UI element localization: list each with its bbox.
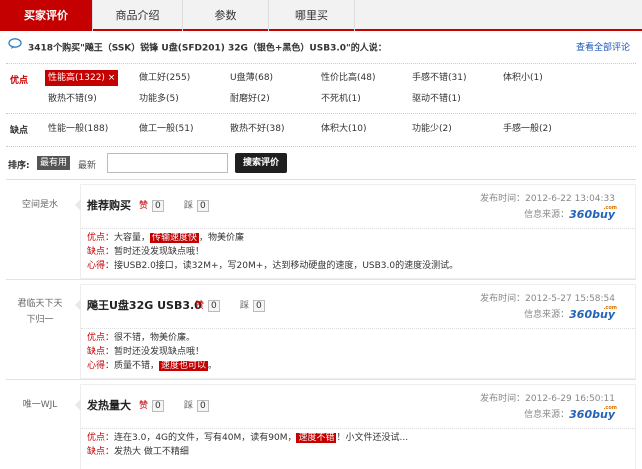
dislike-button[interactable]: 踩0: [240, 298, 265, 312]
360buy-logo[interactable]: 360buy .com: [569, 305, 617, 321]
review-cons: 缺点：暂时还没发现缺点哦！: [87, 347, 205, 357]
dislike-button[interactable]: 踩0: [184, 398, 209, 412]
review-item: 君临天下天 下归一 飚王U盘32G USB3.0 赞0 踩0 发布时间：2012-…: [6, 284, 636, 380]
tab-specs[interactable]: 参数: [183, 0, 269, 31]
review-search-input[interactable]: [107, 153, 228, 173]
review-pros: 优点：很不错，物美价廉。: [87, 333, 196, 343]
reviewer-name: 君临天下天 下归一: [17, 299, 63, 325]
360buy-logo[interactable]: 360buy .com: [569, 405, 617, 421]
review-cons: 缺点：暂时还没发现缺点哦！: [87, 247, 205, 257]
360buy-logo[interactable]: 360buy .com: [569, 205, 617, 221]
info-source: 信息来源：360buy .com: [524, 305, 617, 321]
like-button[interactable]: 赞0: [195, 298, 220, 312]
info-source: 信息来源：360buy .com: [524, 205, 617, 221]
info-source: 信息来源：360buy .com: [524, 405, 617, 421]
summary-text: 个购买"飚王（SSK）锐锋 U盘(SFD201) 32G（银色+黑色）USB3.…: [53, 43, 387, 54]
tag-driver-good[interactable]: 驱动不错(1): [412, 91, 461, 107]
tag-feel-average[interactable]: 手感一般(2): [503, 121, 552, 137]
review-body: 推荐购买 赞0 踩0 发布时间：2012-6-22 13:04:33 信息来源：…: [75, 184, 636, 279]
tag-cooling-bad[interactable]: 散热不好(38): [230, 121, 284, 137]
review-title: 发热量大: [87, 399, 131, 412]
review-body: 发热量大 赞0 踩0 发布时间：2012-6-29 16:50:11 信息来源：…: [75, 384, 636, 469]
tag-small[interactable]: 体积小(1): [503, 70, 543, 86]
review-item: 唯一WJL 发热量大 赞0 踩0 发布时间：2012-6-29 16:50:11…: [6, 384, 636, 469]
tag-feature-rich[interactable]: 功能多(5): [139, 91, 179, 107]
review-experience: 心得：质量不错， 速度也可以。: [87, 361, 218, 371]
review-title: 飚王U盘32G USB3.0: [87, 299, 202, 312]
sort-newest[interactable]: 最新: [78, 158, 96, 171]
tag-durable[interactable]: 耐磨好(2): [230, 91, 270, 107]
like-button[interactable]: 赞0: [139, 198, 164, 212]
reviewer-name: 空间是水: [21, 200, 58, 210]
tag-bulky[interactable]: 体积大(10): [321, 121, 366, 137]
search-reviews-button[interactable]: 搜索评价: [235, 153, 287, 173]
sort-bar: 排序: 最有用 最新 搜索评价: [6, 146, 636, 180]
tag-feel-good[interactable]: 手感不错(31): [412, 70, 466, 86]
dislike-button[interactable]: 踩0: [184, 198, 209, 212]
sort-label: 排序:: [8, 161, 30, 171]
tab-product-intro[interactable]: 商品介绍: [93, 0, 183, 31]
pointer-arrow-icon: [75, 399, 81, 411]
pointer-arrow-icon: [75, 199, 81, 211]
tag-performance-high[interactable]: 性能高(1322) ×: [45, 70, 119, 86]
review-pros: 优点：大容量， 传输速度快 ，物美价廉: [87, 233, 245, 243]
cons-tag-box: 缺点 性能一般(188) 做工一般(51) 散热不好(38) 体积大(10) 功…: [6, 113, 636, 146]
review-experience: 心得：接USB2.0接口，读32M+，写20M+，达到移动硬盘的速度，USB3.…: [87, 261, 459, 271]
view-all-reviews-link[interactable]: 查看全部评论: [576, 38, 630, 58]
tag-cooling-good[interactable]: 散热不错(9): [48, 91, 97, 107]
review-body: 飚王U盘32G USB3.0 赞0 踩0 发布时间：2012-5-27 15:5…: [75, 284, 636, 379]
tag-value[interactable]: 性价比高(48): [321, 70, 375, 86]
publish-time: 发布时间：2012-6-29 16:50:11: [480, 394, 615, 404]
tag-build-average[interactable]: 做工一般(51): [139, 121, 193, 137]
sort-most-useful[interactable]: 最有用: [37, 156, 71, 170]
tab-buyer-reviews[interactable]: 买家评价: [0, 0, 93, 31]
pros-tag-box: 优点 性能高(1322) × 做工好(255) U盘薄(68) 性价比高(48)…: [6, 63, 636, 113]
tag-few-features[interactable]: 功能少(2): [412, 121, 452, 137]
pointer-arrow-icon: [75, 299, 81, 311]
tag-performance-average[interactable]: 性能一般(188): [48, 121, 108, 137]
tab-where-to-buy[interactable]: 哪里买: [269, 0, 355, 31]
review-pros: 优点：连在3.0，4G的文件，写有40M，读有90M， 速度不错 ！小文件还没试..…: [87, 433, 409, 443]
speech-bubble-icon: [8, 38, 22, 58]
tag-thin[interactable]: U盘薄(68): [230, 70, 273, 86]
tag-no-crash[interactable]: 不死机(1): [321, 91, 361, 107]
review-summary: 3418个购买"飚王（SSK）锐锋 U盘(SFD201) 32G（银色+黑色）U…: [8, 38, 634, 58]
review-cons: 缺点：发热大 做工不精细: [87, 447, 189, 457]
publish-time: 发布时间：2012-5-27 15:58:54: [480, 294, 615, 304]
publish-time: 发布时间：2012-6-22 13:04:33: [480, 194, 615, 204]
cons-label: 缺点: [10, 126, 29, 136]
like-button[interactable]: 赞0: [139, 398, 164, 412]
tab-bar: 买家评价 商品介绍 参数 哪里买: [0, 0, 642, 31]
reviewer-name: 唯一WJL: [22, 400, 58, 410]
tag-build-good[interactable]: 做工好(255): [139, 70, 190, 86]
review-count: 3418: [28, 43, 54, 54]
pros-label: 优点: [10, 76, 29, 86]
review-item: 空间是水 推荐购买 赞0 踩0 发布时间：2012-6-22 13:04:33 …: [6, 184, 636, 280]
review-title: 推荐购买: [87, 199, 131, 212]
